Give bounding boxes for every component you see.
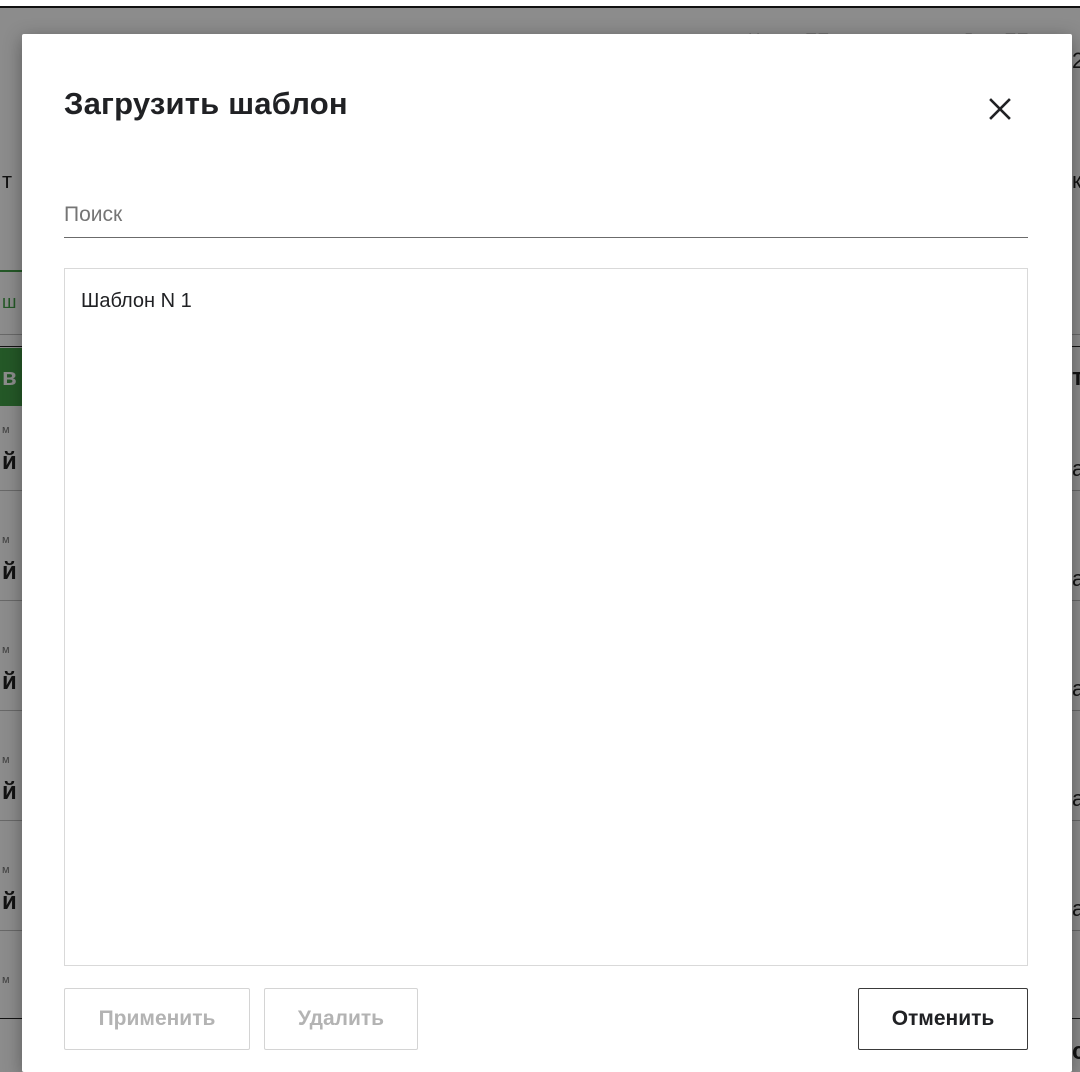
dialog-title: Загрузить шаблон <box>64 86 348 121</box>
template-list[interactable]: Шаблон N 1 <box>64 268 1028 966</box>
list-item[interactable]: Шаблон N 1 <box>65 269 1027 333</box>
close-icon <box>989 98 1011 120</box>
apply-button[interactable]: Применить <box>64 988 250 1050</box>
search-input[interactable] <box>64 194 1028 236</box>
close-button[interactable] <box>980 89 1020 129</box>
search-field <box>64 194 1028 238</box>
delete-button[interactable]: Удалить <box>264 988 418 1050</box>
cancel-button[interactable]: Отменить <box>858 988 1028 1050</box>
app-top-bar <box>0 0 1080 8</box>
load-template-dialog: Загрузить шаблон Шаблон N 1 Применить Уд… <box>22 34 1072 1072</box>
